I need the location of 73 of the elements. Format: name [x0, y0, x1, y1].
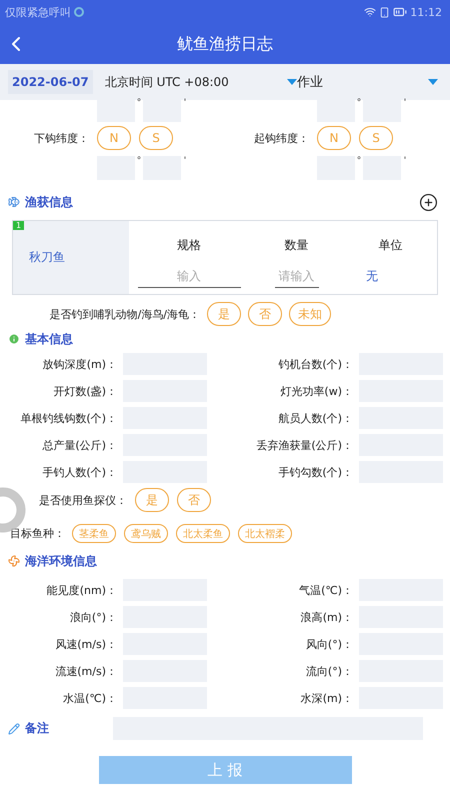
field-label: 手钓勾数(个)：: [277, 464, 353, 480]
field-label: 浪高(m)：: [300, 610, 353, 624]
status-notice: 仅限紧急呼叫: [5, 4, 71, 20]
fan-icon: [8, 555, 20, 567]
option-button[interactable]: N: [97, 126, 131, 150]
pencil-icon: [8, 722, 20, 734]
field-label: 丢弃渔获量(公斤)：: [255, 438, 353, 452]
field-label: 能见度(nm)：: [46, 582, 117, 598]
option-button[interactable]: 是: [135, 488, 169, 512]
field-label: 浪向(°)：: [68, 610, 117, 624]
field-label: 钓机台数(个)：: [277, 356, 353, 372]
degree-mark: °: [356, 98, 362, 108]
column-header: 单位: [378, 236, 404, 254]
option-button[interactable]: 鸢乌贼: [124, 524, 168, 543]
finder-label: 是否使用鱼探仪：: [38, 492, 127, 508]
field-label: 总产量(公斤)：: [41, 438, 117, 452]
minute-mark: ': [402, 156, 408, 166]
field-label: 放钩深度(m)：: [42, 356, 117, 372]
sim-icon: [379, 6, 390, 18]
option-button[interactable]: 否: [248, 302, 282, 326]
field-label: 水温(℃)：: [62, 690, 117, 706]
option-button[interactable]: S: [359, 126, 393, 150]
page-title: 鱿鱼渔捞日志: [177, 34, 273, 54]
caret-icon: [428, 79, 438, 85]
field-label: 流速(m/s)：: [54, 664, 117, 678]
section-title: 渔获信息: [25, 194, 73, 210]
field-label: 水深(m)：: [300, 690, 353, 706]
field-label: 流向(°)：: [304, 664, 353, 678]
option-button[interactable]: 是: [207, 302, 241, 326]
degree-mark: °: [136, 156, 142, 166]
column-header: 数量: [284, 236, 310, 254]
fish-name: 秋刀鱼: [29, 249, 65, 266]
network-icon: [74, 7, 84, 17]
add-icon[interactable]: [419, 192, 438, 212]
option-button[interactable]: S: [139, 126, 173, 150]
unit-value: 无: [365, 268, 379, 286]
field-label: 开灯数(盏)：: [52, 384, 117, 398]
option-button[interactable]: 未知: [289, 302, 331, 326]
info-icon: [8, 333, 20, 345]
column-header: 规格: [176, 236, 202, 254]
degree-mark: °: [136, 98, 142, 108]
field-label: 航员人数(个)：: [277, 410, 353, 426]
date-picker[interactable]: 2022-06-07: [8, 70, 93, 94]
fish-icon: [8, 196, 20, 208]
section-title: 备注: [25, 720, 49, 737]
degree-mark: °: [356, 156, 362, 166]
section-title: 海洋环境信息: [25, 552, 97, 570]
field-label: 单根钓线钩数(个)：: [19, 410, 117, 426]
question-label: 是否钓到哺乳动物/海鸟/海龟：: [48, 306, 200, 322]
field-label: 气温(℃)：: [298, 582, 353, 598]
status-time: 11:12: [410, 6, 442, 18]
target-label: 目标鱼种：: [10, 526, 64, 541]
option-button[interactable]: N: [317, 126, 351, 150]
section-title: 基本信息: [25, 330, 73, 348]
minute-mark: ': [182, 98, 188, 108]
mode-dropdown[interactable]: 作业: [286, 73, 442, 91]
submit-button[interactable]: 上 报: [98, 756, 352, 784]
option-button[interactable]: 北太褶柔: [238, 524, 292, 543]
option-button[interactable]: 茎柔鱼: [72, 524, 116, 543]
field-label: 灯光功率(w)：: [279, 384, 353, 398]
field-label: 手钓人数(个)：: [41, 464, 117, 480]
field-label: 风速(m/s)：: [54, 636, 117, 652]
caret-icon: [286, 79, 297, 85]
option-button[interactable]: 北太柔鱼: [176, 524, 230, 543]
minute-mark: ': [402, 98, 408, 108]
option-button[interactable]: 否: [177, 488, 211, 512]
index-badge: 1: [13, 221, 24, 230]
latitude-label: 下钩纬度：: [33, 130, 89, 146]
minute-mark: ': [182, 156, 188, 166]
timezone-label: 北京时间 UTC +08:00: [104, 74, 230, 90]
latitude-label: 起钩纬度：: [253, 130, 309, 146]
battery-icon: [393, 5, 408, 19]
field-label: 风向(°)：: [304, 636, 353, 652]
